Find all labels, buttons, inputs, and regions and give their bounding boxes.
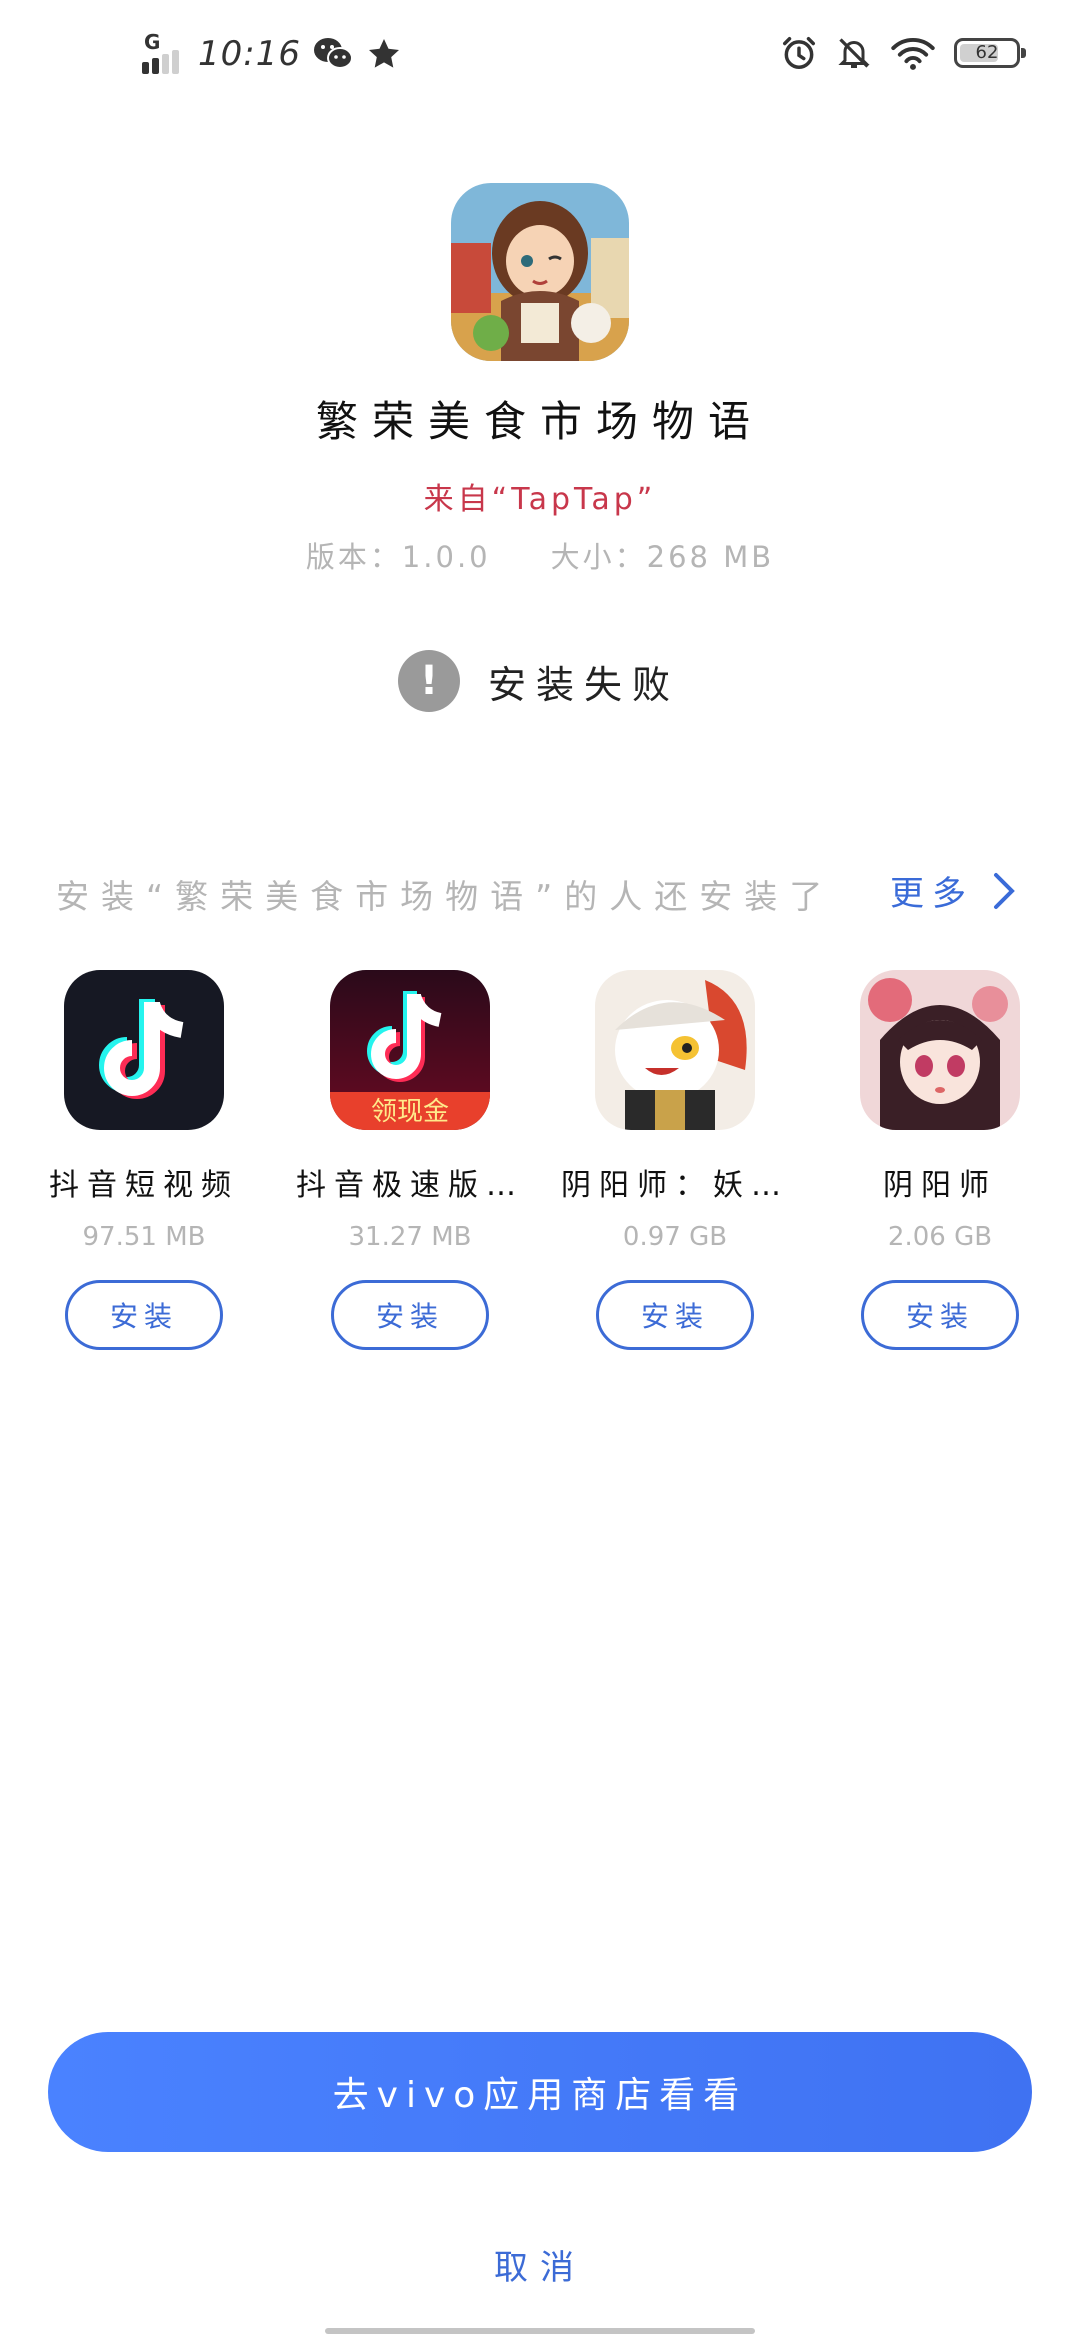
install-failed-text: 安装失败 [488, 662, 681, 707]
version-value: 1.0.0 [401, 540, 491, 574]
mute-bell-icon [838, 38, 870, 68]
recommend-item-douyin-lite[interactable]: 领现金 抖音极速版… 31.27 MB 安装 [280, 970, 540, 1350]
recommend-item-onmyoji[interactable]: 阴阳师 2.06 GB 安装 [810, 970, 1070, 1350]
recommend-item-douyin[interactable]: 抖音短视频 97.51 MB 安装 [14, 970, 274, 1350]
recommend-size: 0.97 GB [622, 1222, 728, 1252]
cash-badge-text: 领现金 [371, 1097, 449, 1127]
status-right: 62 [780, 34, 1026, 72]
douyin-lite-app-icon: 领现金 [330, 970, 490, 1130]
app-source: 来自“TapTap” [423, 482, 657, 517]
size-label: 大小： [550, 540, 647, 574]
warning-icon: ! [398, 650, 460, 712]
chevron-right-icon [994, 872, 1015, 909]
recommend-size: 2.06 GB [887, 1222, 993, 1252]
install-button[interactable]: 安装 [861, 1280, 1019, 1350]
open-vivo-store-button[interactable]: 去vivo应用商店看看 [48, 2032, 1032, 2152]
cancel-button[interactable]: 取消 [0, 2240, 1080, 2289]
status-time: 10:16 [198, 34, 301, 74]
recommend-size: 31.27 MB [348, 1222, 472, 1252]
star-icon [368, 39, 399, 68]
recommend-name: 阴阳师 [883, 1168, 997, 1203]
wifi-icon [891, 37, 935, 70]
wechat-icon [313, 38, 353, 69]
recommend-size: 97.51 MB [82, 1222, 206, 1252]
install-button[interactable]: 安装 [331, 1280, 489, 1350]
recommend-header: 安装“繁荣美食市场物语”的人还安装了 [56, 877, 835, 916]
recommend-name: 抖音短视频 [49, 1168, 239, 1203]
more-label: 更多 [890, 874, 974, 914]
recommend-name: 抖音极速版… [296, 1168, 524, 1203]
size-value: 268 MB [646, 540, 775, 574]
app-meta: 版本：1.0.0 大小：268 MB [0, 534, 1080, 576]
install-button[interactable]: 安装 [65, 1280, 223, 1350]
status-left: G 10:16 [142, 30, 403, 78]
network-type-label: G [144, 30, 161, 54]
recommend-name: 阴阳师：妖… [561, 1168, 789, 1203]
signal-icon: G [142, 30, 186, 78]
install-status: ! 安装失败 [398, 650, 680, 712]
onmyoji-app-icon [860, 970, 1020, 1130]
app-title: 繁荣美食市场物语 [315, 397, 764, 446]
status-bar: G 10:16 62 [0, 0, 1080, 120]
more-link[interactable]: 更多 [890, 866, 1018, 915]
battery-icon: 62 [954, 38, 1026, 68]
version-label: 版本： [305, 540, 402, 574]
battery-level: 62 [975, 42, 999, 63]
home-indicator[interactable] [325, 2328, 755, 2334]
install-button[interactable]: 安装 [596, 1280, 754, 1350]
douyin-app-icon [64, 970, 224, 1130]
onmyoji-yokai-app-icon [595, 970, 755, 1130]
alarm-icon [783, 37, 815, 69]
app-icon [451, 183, 629, 361]
recommend-item-onmyoji-yokai[interactable]: 阴阳师：妖… 0.97 GB 安装 [545, 970, 805, 1350]
